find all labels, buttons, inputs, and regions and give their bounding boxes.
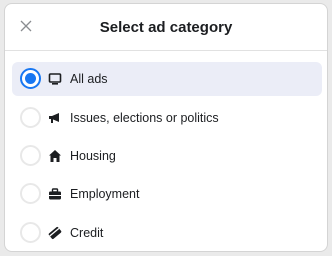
option-label: Issues, elections or politics xyxy=(70,111,219,125)
close-icon xyxy=(20,20,32,32)
briefcase-icon xyxy=(47,186,63,202)
monitor-icon xyxy=(47,71,63,87)
radio-button[interactable] xyxy=(20,222,41,243)
credit-card-icon xyxy=(47,225,63,241)
radio-button[interactable] xyxy=(20,183,41,204)
option-all-ads[interactable]: All ads xyxy=(12,62,322,96)
option-label: Housing xyxy=(70,149,116,163)
radio-button[interactable] xyxy=(20,145,41,166)
dialog-title: Select ad category xyxy=(99,18,233,36)
close-button[interactable] xyxy=(15,15,37,37)
select-ad-category-dialog: Select ad category All ads Issues, elect… xyxy=(4,3,328,252)
option-label: All ads xyxy=(70,72,108,86)
option-employment[interactable]: Employment xyxy=(12,177,322,211)
house-icon xyxy=(47,148,63,164)
radio-button[interactable] xyxy=(20,107,41,128)
option-label: Employment xyxy=(70,187,140,201)
option-label: Credit xyxy=(70,226,104,240)
dialog-header: Select ad category xyxy=(5,4,327,51)
option-credit[interactable]: Credit xyxy=(12,216,322,250)
option-housing[interactable]: Housing xyxy=(12,139,322,173)
option-issues-elections-politics[interactable]: Issues, elections or politics xyxy=(12,101,322,135)
megaphone-icon xyxy=(47,110,63,126)
radio-button[interactable] xyxy=(20,68,41,89)
